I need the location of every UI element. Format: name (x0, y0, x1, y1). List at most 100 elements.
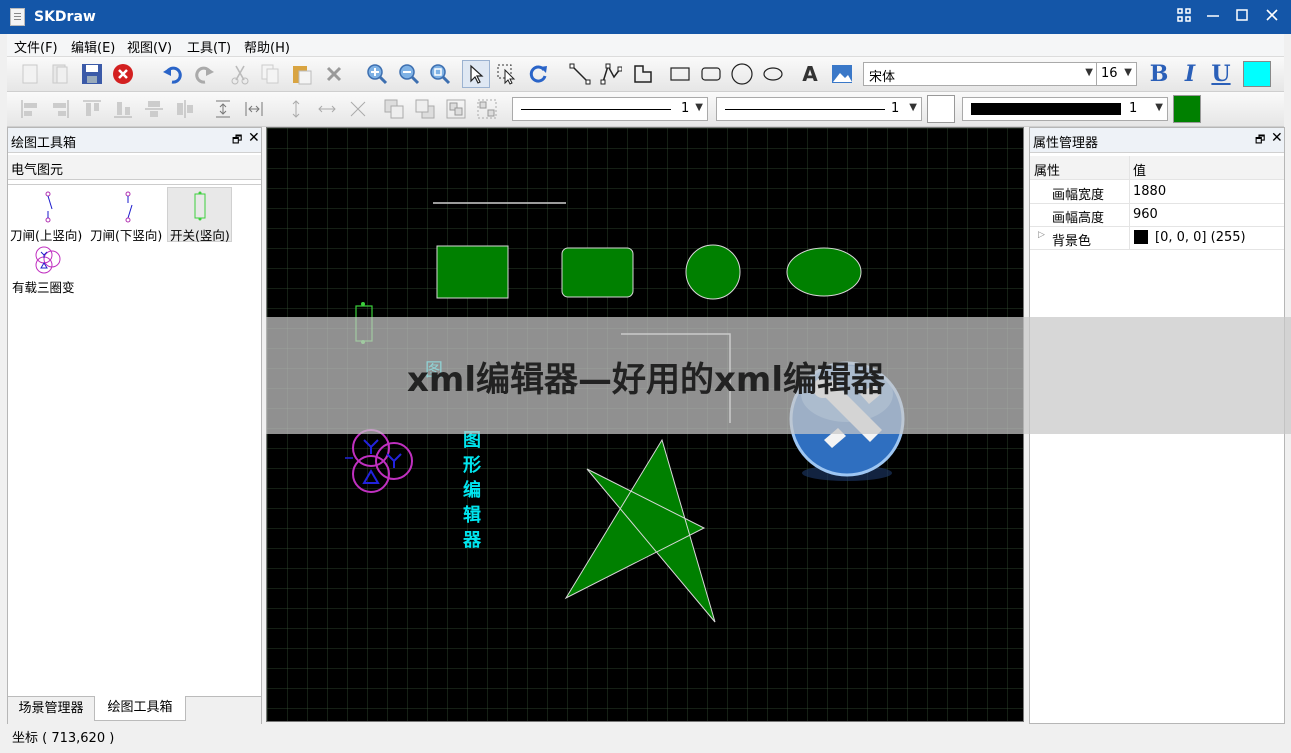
zoom-fit-icon[interactable] (427, 61, 453, 87)
copy-icon[interactable] (257, 61, 283, 87)
float-icon[interactable]: 🗗 (232, 131, 242, 150)
undo-icon[interactable] (160, 61, 186, 87)
item-label: 有载三圈变 (12, 280, 75, 295)
select-pointer-icon[interactable] (462, 60, 490, 88)
underline-button[interactable]: U (1208, 61, 1234, 87)
same-height-icon[interactable] (283, 96, 309, 122)
line-style-select[interactable]: 1 ▼ (512, 97, 708, 121)
distribute-horizontal-icon[interactable] (241, 96, 267, 122)
cut-icon[interactable] (227, 61, 253, 87)
three-winding-transformer-item[interactable]: 有载三圈变 (10, 245, 88, 297)
save-icon[interactable] (79, 61, 105, 87)
group-icon[interactable] (443, 96, 469, 122)
zoom-out-icon[interactable] (396, 61, 422, 87)
bring-front-icon[interactable] (381, 96, 407, 122)
property-value[interactable]: [0, 0, 0] (255) (1155, 230, 1246, 245)
font-size-value: 16 (1101, 66, 1118, 81)
column-property: 属性 (1034, 164, 1061, 179)
float-icon[interactable]: 🗗 (1255, 131, 1265, 150)
tab-scene-manager[interactable]: 场景管理器 (10, 697, 92, 721)
canvas-ellipse[interactable] (786, 247, 862, 297)
canvas-transformer-symbol[interactable] (345, 429, 413, 493)
canvas-rectangle[interactable] (436, 245, 509, 299)
property-row-height[interactable]: 画幅高度 960 (1030, 203, 1284, 227)
align-hcenter-icon[interactable] (141, 96, 167, 122)
knife-switch-up-item[interactable]: 刀闸(上竖向) (10, 189, 88, 243)
line-width-select[interactable]: 1 ▼ (962, 97, 1168, 121)
knife-switch-up-icon (45, 191, 53, 223)
drawing-toolbox-panel: 绘图工具箱 🗗 ✕ 电气图元 刀闸(上竖向) 刀闸(下竖向) 开关(竖向) 有载… (7, 127, 262, 724)
zoom-in-icon[interactable] (364, 61, 390, 87)
same-width-icon[interactable] (314, 96, 340, 122)
item-label: 刀闸(下竖向) (90, 228, 163, 243)
category-header[interactable]: 电气图元 (8, 155, 261, 180)
text-color-swatch[interactable] (1243, 61, 1271, 87)
italic-button[interactable]: I (1177, 61, 1203, 87)
circle-tool-icon[interactable] (729, 61, 755, 87)
knife-switch-down-icon (125, 191, 133, 223)
property-row-background[interactable]: ▷ 背景色 [0, 0, 0] (255) (1030, 226, 1284, 250)
line-tool-icon[interactable] (567, 61, 593, 87)
canvas-rounded-rect[interactable] (561, 247, 634, 298)
align-top-icon[interactable] (79, 96, 105, 122)
bold-button[interactable]: B (1146, 61, 1172, 87)
ellipse-tool-icon[interactable] (760, 61, 786, 87)
close-icon[interactable]: ✕ (248, 130, 260, 146)
open-file-icon[interactable] (47, 61, 73, 87)
title-bar: SKDraw (0, 0, 1291, 34)
distribute-vertical-icon[interactable] (210, 96, 236, 122)
node-select-icon[interactable] (494, 61, 520, 87)
panel-title: 绘图工具箱 (11, 136, 77, 151)
close-icon[interactable]: ✕ (1271, 130, 1283, 146)
redo-icon[interactable] (191, 61, 217, 87)
align-left-icon[interactable] (17, 96, 43, 122)
menu-view[interactable]: 视图(V) (127, 37, 172, 56)
switch-vertical-item[interactable]: 开关(竖向) (167, 187, 232, 243)
panel-tabs: 场景管理器 绘图工具箱 (8, 696, 261, 724)
text-tool-icon[interactable]: A (797, 61, 823, 87)
rectangle-tool-icon[interactable] (667, 61, 693, 87)
menu-bar: 文件(F) 编辑(E) 视图(V) 工具(T) 帮助(H) (7, 34, 1284, 57)
rotate-icon[interactable] (525, 61, 551, 87)
menu-file[interactable]: 文件(F) (14, 37, 58, 56)
expand-arrow-icon[interactable]: ▷ (1038, 230, 1045, 240)
canvas-star-polygon[interactable] (564, 438, 716, 623)
minimize-button[interactable] (1199, 6, 1227, 28)
maximize-button[interactable] (1228, 6, 1256, 28)
line-color-swatch[interactable] (1173, 95, 1201, 123)
font-family-select[interactable]: 宋体 ▼ (863, 62, 1098, 86)
ungroup-icon[interactable] (474, 96, 500, 122)
remove-icon[interactable] (321, 61, 347, 87)
menu-edit[interactable]: 编辑(E) (71, 37, 115, 56)
canvas-circle[interactable] (685, 244, 741, 300)
paste-icon[interactable] (289, 61, 315, 87)
font-size-select[interactable]: 16 ▼ (1096, 62, 1137, 86)
switch-terminal (361, 302, 365, 306)
line-pattern-select[interactable]: 1 ▼ (716, 97, 922, 121)
menu-help[interactable]: 帮助(H) (244, 37, 290, 56)
property-row-width[interactable]: 画幅宽度 1880 (1030, 180, 1284, 204)
align-right-icon[interactable] (47, 96, 73, 122)
send-back-icon[interactable] (412, 96, 438, 122)
fill-color-swatch[interactable] (927, 95, 955, 123)
rounded-rect-tool-icon[interactable] (698, 61, 724, 87)
transformer-icon (35, 246, 61, 274)
delete-red-icon[interactable] (110, 61, 136, 87)
new-file-icon[interactable] (17, 61, 43, 87)
property-value[interactable]: 1880 (1133, 184, 1166, 199)
close-button[interactable] (1258, 6, 1286, 28)
canvas-vertical-text[interactable]: 图形编辑器 (460, 428, 484, 553)
align-bottom-icon[interactable] (110, 96, 136, 122)
polyline-tool-icon[interactable] (598, 61, 624, 87)
status-bar: 坐标 ( 713,620 ) (7, 724, 1284, 746)
image-tool-icon[interactable] (829, 61, 855, 87)
tab-drawing-toolbox[interactable]: 绘图工具箱 (94, 696, 186, 721)
same-size-icon[interactable] (345, 96, 371, 122)
property-value[interactable]: 960 (1133, 207, 1158, 222)
restore-layout-icon[interactable] (1170, 6, 1198, 28)
chevron-down-icon: ▼ (695, 102, 703, 113)
polygon-tool-icon[interactable] (630, 61, 656, 87)
knife-switch-down-item[interactable]: 刀闸(下竖向) (90, 189, 168, 243)
align-vcenter-icon[interactable] (172, 96, 198, 122)
menu-tools[interactable]: 工具(T) (187, 37, 231, 56)
